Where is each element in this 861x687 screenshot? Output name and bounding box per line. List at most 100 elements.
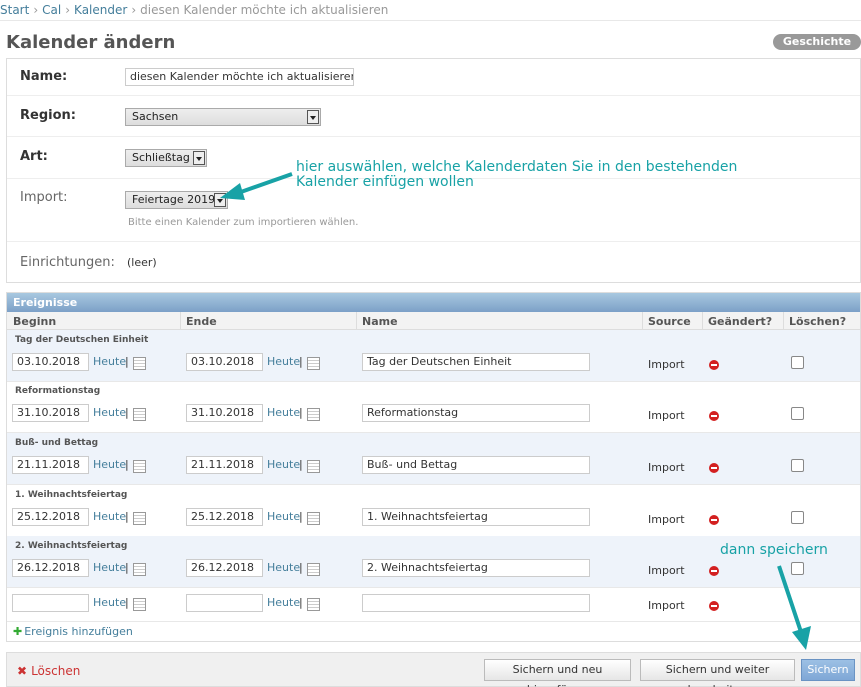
event-name-input[interactable]: 1. Weihnachtsfeiertag: [362, 508, 590, 526]
begin-date-input[interactable]: 21.11.2018: [12, 456, 89, 474]
breadcrumb-separator: ›: [131, 3, 137, 17]
column-begin: Beginn: [13, 315, 57, 328]
import-annotation: hier auswählen, welche Kalenderdaten Sie…: [296, 159, 738, 190]
delete-checkbox[interactable]: [791, 511, 804, 524]
save-and-add-button[interactable]: Sichern und neu hinzufügen: [484, 659, 631, 687]
region-select[interactable]: Sachsen: [125, 108, 321, 126]
save-button[interactable]: Sichern: [801, 659, 855, 681]
events-column-header: Beginn Ende Name Source Geändert? Lösche…: [7, 312, 860, 330]
event-source: Import: [648, 599, 685, 612]
event-row: Reformationstag 31.10.2018 Heute | 31.10…: [7, 381, 860, 433]
region-select-value: Sachsen: [132, 110, 179, 123]
chevron-down-icon: [214, 193, 226, 207]
history-button[interactable]: Geschichte: [773, 34, 861, 50]
plus-icon: ✚: [13, 625, 23, 638]
begin-date-input[interactable]: 25.12.2018: [12, 508, 89, 526]
event-name-input[interactable]: Reformationstag: [362, 404, 590, 422]
calendar-icon[interactable]: [307, 408, 320, 421]
add-event-label: Ereignis hinzufügen: [24, 625, 133, 638]
end-today-link[interactable]: Heute: [267, 458, 300, 471]
end-date-input[interactable]: 21.11.2018: [186, 456, 263, 474]
calendar-icon[interactable]: [133, 512, 146, 525]
breadcrumb-start[interactable]: Start: [0, 3, 29, 17]
breadcrumb: Start › Cal › Kalender › diesen Kalender möcht…: [0, 3, 388, 17]
end-today-link[interactable]: Heute: [267, 596, 300, 609]
chevron-down-icon: [193, 151, 205, 165]
begin-today-link[interactable]: Heute: [93, 596, 126, 609]
save-and-continue-button[interactable]: Sichern und weiter bearbeiten: [640, 659, 795, 687]
art-label: Art:: [20, 149, 48, 164]
separator: |: [299, 355, 303, 368]
event-name-input[interactable]: [362, 594, 590, 612]
add-event-link[interactable]: ✚ Ereignis hinzufügen: [13, 625, 133, 638]
column-divider: [180, 312, 181, 330]
end-date-input[interactable]: 25.12.2018: [186, 508, 263, 526]
calendar-icon[interactable]: [133, 598, 146, 611]
event-name-input[interactable]: Buß- und Bettag: [362, 456, 590, 474]
delete-link[interactable]: ✖ Löschen: [17, 664, 80, 678]
separator: |: [125, 458, 129, 471]
event-source: Import: [648, 513, 685, 526]
calendar-icon[interactable]: [307, 598, 320, 611]
breadcrumb-cal[interactable]: Cal: [42, 3, 61, 17]
column-divider: [642, 312, 643, 330]
calendar-icon[interactable]: [307, 460, 320, 473]
begin-today-link[interactable]: Heute: [93, 510, 126, 523]
import-label: Import:: [20, 190, 68, 205]
column-name: Name: [362, 315, 398, 328]
breadcrumb-current: diesen Kalender möchte ich aktualisieren: [140, 3, 389, 17]
separator: |: [299, 458, 303, 471]
begin-date-input[interactable]: 26.12.2018: [12, 559, 89, 577]
delete-checkbox[interactable]: [791, 407, 804, 420]
end-date-input[interactable]: [186, 594, 263, 612]
breadcrumb-separator: ›: [65, 3, 71, 17]
delete-icon: [709, 360, 719, 370]
delete-checkbox[interactable]: [791, 356, 804, 369]
calendar-icon[interactable]: [307, 512, 320, 525]
separator: |: [299, 406, 303, 419]
begin-date-input[interactable]: 03.10.2018: [12, 353, 89, 371]
event-source: Import: [648, 461, 685, 474]
delete-checkbox[interactable]: [791, 459, 804, 472]
end-date-input[interactable]: 31.10.2018: [186, 404, 263, 422]
einrichtungen-value: (leer): [127, 256, 157, 269]
events-inline: Ereignisse Beginn Ende Name Source Geänd…: [6, 292, 861, 642]
delete-label: Löschen: [31, 664, 81, 678]
begin-today-link[interactable]: Heute: [93, 406, 126, 419]
calendar-icon[interactable]: [133, 408, 146, 421]
delete-icon: [709, 515, 719, 525]
calendar-icon[interactable]: [133, 460, 146, 473]
separator: |: [125, 561, 129, 574]
event-row: Buß- und Bettag 21.11.2018 Heute | 21.11…: [7, 433, 860, 485]
breadcrumb-kalender[interactable]: Kalender: [74, 3, 127, 17]
end-date-input[interactable]: 26.12.2018: [186, 559, 263, 577]
calendar-icon[interactable]: [307, 357, 320, 370]
calendar-icon[interactable]: [307, 563, 320, 576]
region-label: Region:: [20, 108, 76, 123]
begin-date-input[interactable]: 31.10.2018: [12, 404, 89, 422]
event-name-input[interactable]: Tag der Deutschen Einheit: [362, 353, 590, 371]
delete-icon: [709, 566, 719, 576]
separator: |: [125, 406, 129, 419]
events-header: Ereignisse: [7, 293, 860, 312]
begin-today-link[interactable]: Heute: [93, 561, 126, 574]
event-source: Import: [648, 409, 685, 422]
begin-today-link[interactable]: Heute: [93, 458, 126, 471]
import-select[interactable]: Feiertage 2019: [125, 191, 228, 209]
begin-today-link[interactable]: Heute: [93, 355, 126, 368]
event-name-input[interactable]: 2. Weihnachtsfeiertag: [362, 559, 590, 577]
end-today-link[interactable]: Heute: [267, 406, 300, 419]
end-date-input[interactable]: 03.10.2018: [186, 353, 263, 371]
end-today-link[interactable]: Heute: [267, 561, 300, 574]
delete-checkbox[interactable]: [791, 562, 804, 575]
art-select[interactable]: Schließtag: [125, 149, 207, 167]
calendar-icon[interactable]: [133, 563, 146, 576]
column-divider: [783, 312, 784, 330]
column-divider: [356, 312, 357, 330]
end-today-link[interactable]: Heute: [267, 510, 300, 523]
calendar-icon[interactable]: [133, 357, 146, 370]
region-row: Region: Sachsen: [7, 96, 860, 137]
end-today-link[interactable]: Heute: [267, 355, 300, 368]
name-input[interactable]: diesen Kalender möchte ich aktualisieren: [125, 68, 354, 86]
begin-date-input[interactable]: [12, 594, 89, 612]
